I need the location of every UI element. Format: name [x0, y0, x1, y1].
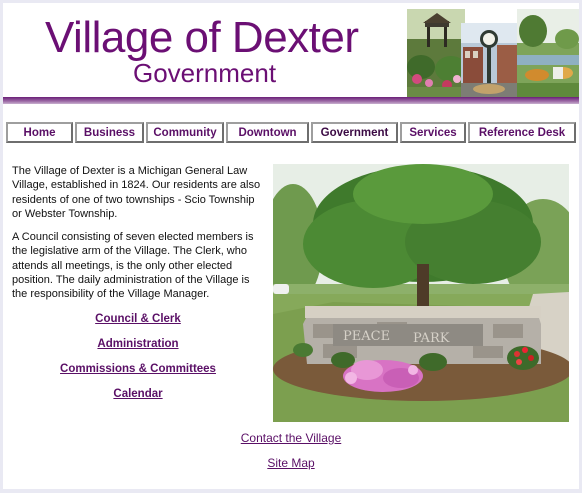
nav-tab-reference-desk[interactable]: Reference Desk — [468, 122, 576, 143]
link-contact-village[interactable]: Contact the Village — [3, 431, 579, 456]
intro-paragraph: The Village of Dexter is a Michigan Gene… — [12, 165, 261, 220]
site-title: Village of Dexter — [45, 13, 359, 62]
street-clock-photo — [461, 23, 517, 97]
peace-park-photo: PEACE PARK — [273, 164, 569, 422]
pond-photo — [517, 9, 579, 97]
sign-word-park: PARK — [413, 331, 450, 346]
link-site-map[interactable]: Site Map — [3, 456, 579, 481]
main-nav: Home Business Community Downtown Governm… — [6, 122, 576, 143]
site-header: Village of Dexter Government — [3, 3, 579, 104]
link-administration[interactable]: Administration — [12, 337, 264, 362]
nav-tab-community[interactable]: Community — [146, 122, 224, 143]
intro-paragraph: A Council consisting of seven elected me… — [12, 231, 254, 301]
nav-tab-business[interactable]: Business — [75, 122, 144, 143]
nav-tab-government[interactable]: Government — [311, 122, 398, 143]
link-council-clerk[interactable]: Council & Clerk — [12, 312, 264, 337]
site-subtitle: Government — [133, 58, 277, 88]
intro-text: The Village of Dexter is a Michigan Gene… — [12, 164, 264, 311]
nav-tab-services[interactable]: Services — [400, 122, 466, 143]
sign-word-peace: PEACE — [343, 329, 390, 344]
header-divider — [3, 97, 579, 104]
link-calendar[interactable]: Calendar — [12, 387, 264, 412]
footer-links: Contact the Village Site Map — [3, 431, 579, 481]
government-links: Council & Clerk Administration Commissio… — [12, 312, 264, 412]
page: Village of Dexter Government Home Busine… — [3, 3, 579, 489]
gazebo-photo — [407, 9, 467, 97]
link-commissions-committees[interactable]: Commissions & Committees — [12, 362, 264, 387]
header-photo-collage — [407, 9, 579, 97]
nav-tab-downtown[interactable]: Downtown — [226, 122, 309, 143]
nav-tab-home[interactable]: Home — [6, 122, 73, 143]
